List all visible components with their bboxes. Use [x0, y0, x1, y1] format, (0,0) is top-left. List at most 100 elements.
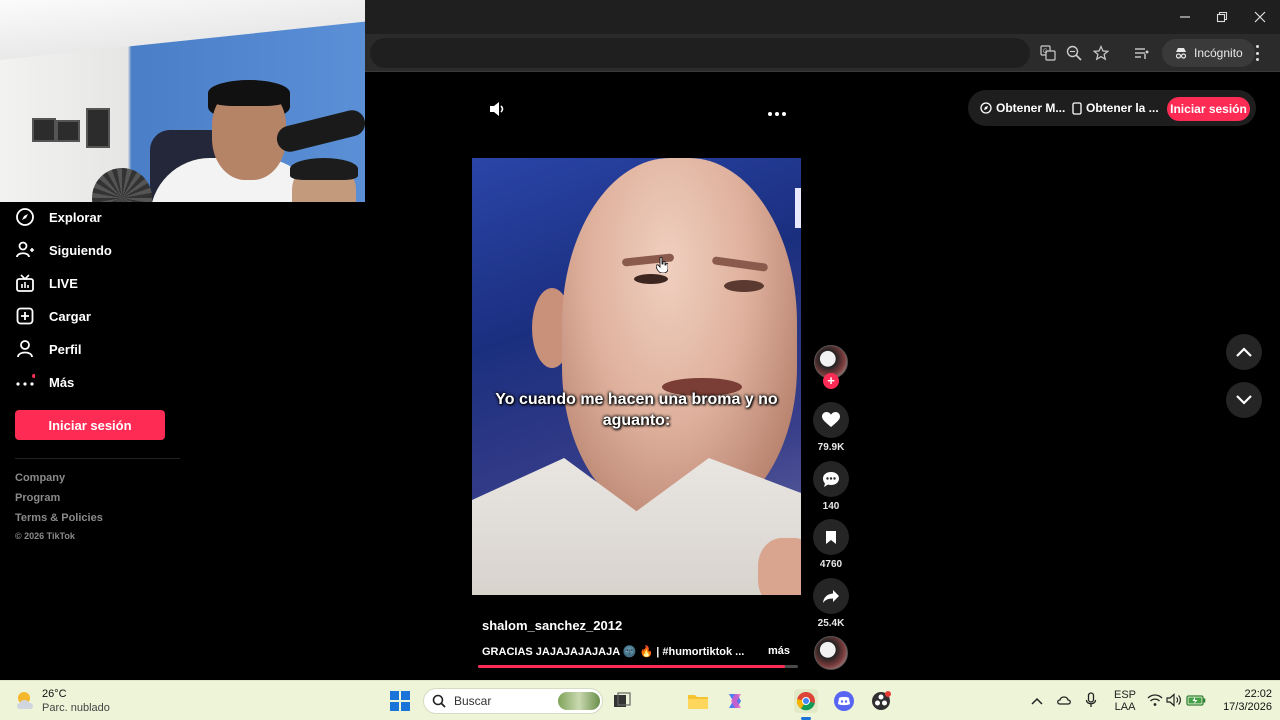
next-video-button[interactable] [1226, 382, 1262, 418]
task-view-icon [614, 692, 631, 707]
weather-cloud-sun-icon [17, 692, 33, 709]
share-arrow-icon [823, 589, 839, 603]
get-app-label-1: Obtener M... [996, 101, 1066, 115]
address-bar[interactable] [370, 38, 1030, 68]
like-count: 79.9K [817, 442, 845, 453]
discord-icon [834, 691, 854, 711]
chevron-down-icon [1236, 395, 1252, 405]
folder-icon [688, 695, 708, 709]
tray-volume[interactable] [1166, 693, 1182, 712]
video-options-button[interactable] [767, 105, 787, 123]
copyright: © 2026 TikTok [15, 531, 75, 541]
language-code: ESP [1114, 689, 1137, 701]
tray-battery[interactable] [1186, 693, 1206, 712]
bookmark-star-button[interactable] [1091, 43, 1111, 63]
follow-button[interactable]: + [823, 373, 839, 389]
sidebar-divider [15, 458, 180, 459]
bookmark-icon [826, 530, 836, 544]
get-app-link-1[interactable]: Obtener M... [980, 101, 1065, 115]
weather-temperature[interactable]: 26°C [42, 688, 67, 700]
weather-description[interactable]: Parc. nublado [42, 702, 110, 714]
comment-button[interactable] [813, 461, 849, 497]
description-more-link[interactable]: más [768, 645, 790, 657]
more-dots-icon [16, 374, 35, 386]
tray-overflow-button[interactable] [1031, 693, 1043, 711]
translate-icon: G [1040, 45, 1056, 61]
sidebar-item-live[interactable]: LIVE [15, 271, 78, 295]
hand-cursor-icon [655, 256, 669, 278]
start-button[interactable] [388, 689, 412, 713]
taskbar-copilot[interactable] [723, 689, 747, 713]
sidebar-item-following[interactable]: Siguiendo [15, 238, 112, 262]
speaker-icon [1166, 693, 1181, 707]
battery-charging-icon [1186, 695, 1206, 706]
close-icon [1254, 11, 1266, 23]
restore-icon [1216, 11, 1228, 23]
language-indicator[interactable]: ESP LAA [1114, 689, 1136, 713]
sidebar-item-label: Explorar [49, 209, 102, 225]
copilot-icon [729, 694, 741, 708]
taskbar-chrome[interactable] [794, 689, 818, 713]
close-window-button[interactable] [1245, 6, 1275, 28]
tray-onedrive[interactable] [1056, 693, 1072, 712]
zoom-button[interactable] [1064, 43, 1084, 63]
restore-button[interactable] [1207, 6, 1237, 28]
translate-button[interactable]: G [1038, 43, 1058, 63]
system-clock[interactable]: 22:02 17/3/2026 [1216, 688, 1272, 714]
upload-plus-icon [16, 307, 34, 325]
like-button[interactable] [813, 402, 849, 438]
search-highlight-image [558, 692, 600, 710]
tray-wifi[interactable] [1147, 693, 1163, 712]
playlist-icon [1135, 48, 1149, 59]
taskbar-obs[interactable] [869, 689, 893, 713]
microphone-icon [1085, 692, 1097, 707]
sidebar-item-more[interactable]: Más [15, 370, 74, 394]
chevron-up-icon [1031, 697, 1043, 705]
share-button[interactable] [813, 578, 849, 614]
live-tv-icon [16, 274, 34, 292]
incognito-icon [1175, 48, 1187, 59]
search-placeholder: Buscar [454, 694, 492, 708]
sound-avatar[interactable] [814, 636, 848, 670]
taskbar-search[interactable]: Buscar [423, 688, 603, 714]
svg-text:G: G [1043, 49, 1048, 55]
screen: G Incógnito Explorar Siguiendo LIVE Carg… [0, 0, 1280, 720]
sidebar-item-upload[interactable]: Cargar [15, 304, 91, 328]
volume-icon [490, 102, 504, 116]
video-player[interactable] [472, 158, 801, 595]
taskbar-file-explorer[interactable] [686, 689, 710, 713]
get-app-link-2[interactable]: Obtener la ... [1072, 101, 1159, 115]
top-login-button[interactable]: Iniciar sesión [1167, 97, 1250, 121]
video-progress-bar[interactable] [478, 665, 798, 668]
footer-link-company[interactable]: Company [15, 472, 65, 484]
previous-video-button[interactable] [1226, 334, 1262, 370]
incognito-badge[interactable]: Incógnito [1162, 39, 1255, 67]
comment-icon [823, 471, 839, 487]
tray-microphone[interactable] [1085, 692, 1097, 713]
zoom-out-icon [1066, 45, 1082, 61]
sidebar-login-button[interactable]: Iniciar sesión [15, 410, 165, 440]
browser-menu-button[interactable] [1254, 45, 1260, 61]
compass-icon [980, 102, 992, 114]
footer-link-program[interactable]: Program [15, 492, 60, 504]
weather-widget[interactable] [14, 689, 38, 718]
taskbar-discord[interactable] [832, 689, 856, 713]
compass-icon [16, 208, 34, 226]
volume-button[interactable] [488, 100, 506, 123]
save-count: 4760 [819, 559, 843, 570]
video-progress-fill [478, 665, 786, 668]
search-icon [432, 694, 446, 708]
sidebar-item-profile[interactable]: Perfil [15, 337, 82, 361]
reading-list-button[interactable] [1132, 43, 1152, 63]
footer-link-terms[interactable]: Terms & Policies [15, 512, 103, 524]
sidebar-item-explore[interactable]: Explorar [15, 205, 102, 229]
video-author[interactable]: shalom_sanchez_2012 [482, 618, 622, 633]
share-count: 25.4K [817, 618, 845, 629]
taskbar-task-view[interactable] [610, 689, 634, 713]
comment-count: 140 [822, 501, 840, 512]
wifi-icon [1147, 694, 1163, 706]
minimize-button[interactable] [1170, 6, 1200, 28]
windows-logo-icon [390, 691, 410, 711]
save-button[interactable] [813, 519, 849, 555]
video-caption: Yo cuando me hacen una broma y no aguant… [495, 391, 778, 429]
